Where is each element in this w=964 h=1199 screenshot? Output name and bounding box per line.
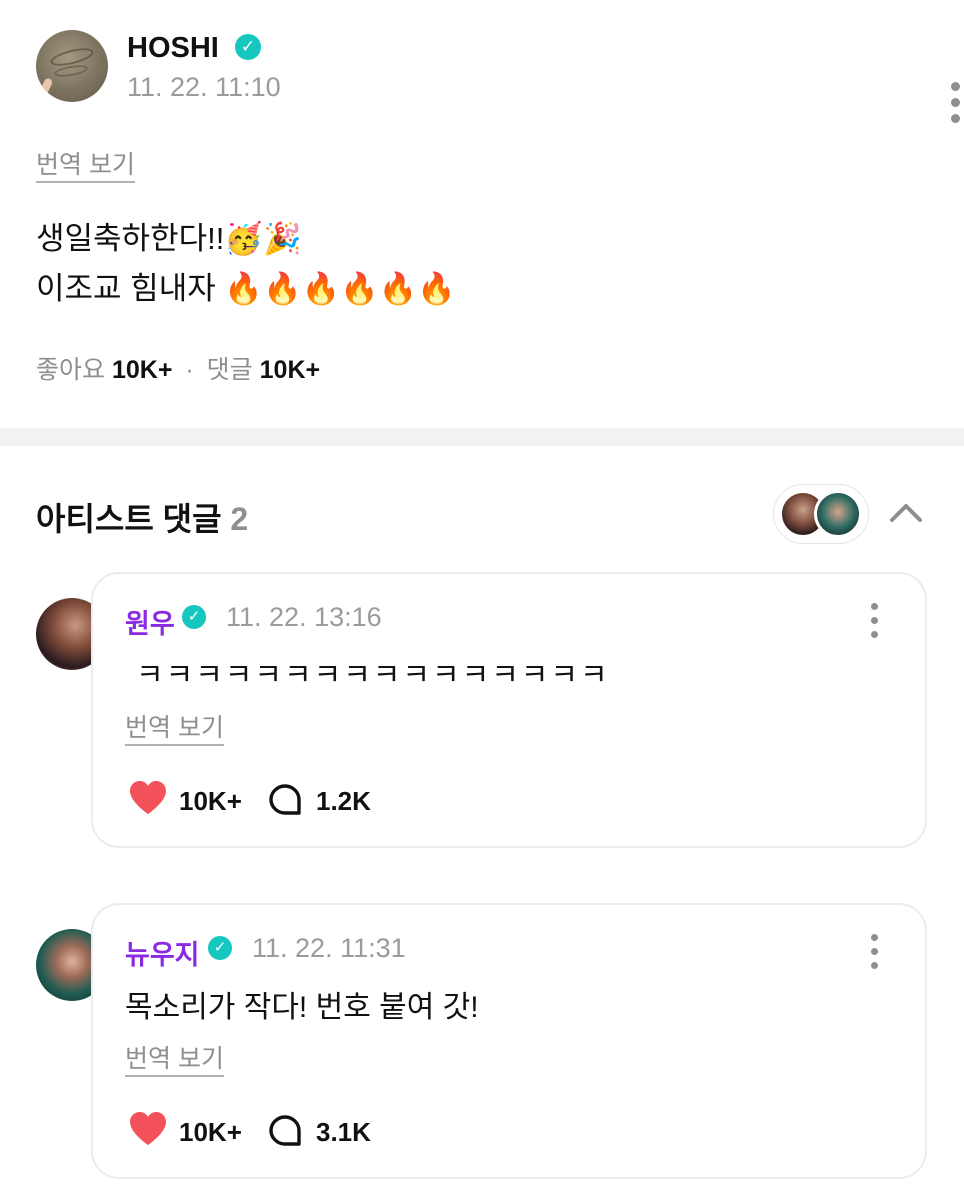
reply-bubble-icon[interactable] — [268, 783, 302, 817]
post-timestamp: 11. 22. 11:10 — [127, 72, 281, 102]
reply-count[interactable]: 3.1K — [316, 1117, 371, 1148]
commenter-name[interactable]: 뉴우지 — [125, 933, 200, 972]
like-count[interactable]: 10K+ — [179, 786, 242, 817]
verified-check-icon: ✓ — [208, 936, 232, 960]
verified-check-icon: ✓ — [182, 605, 206, 629]
fire-emoji: 🔥🔥🔥🔥🔥🔥 — [224, 271, 456, 307]
comment-timestamp: 11. 22. 13:16 — [226, 602, 382, 632]
post-body: 생일축하한다!!🥳🎉 이조교 힘내자 🔥🔥🔥🔥🔥🔥 — [36, 214, 456, 314]
post-body-line-1: 생일축하한다!!🥳🎉 — [36, 221, 302, 257]
likes-label: 좋아요 — [36, 356, 106, 384]
translate-link[interactable]: 번역 보기 — [36, 145, 135, 181]
post-body-line-2: 이조교 힘내자 🔥🔥🔥🔥🔥🔥 — [36, 271, 456, 307]
section-divider — [0, 428, 964, 446]
chevron-up-icon[interactable] — [888, 496, 924, 532]
post-stats: 좋아요 10K+ · 댓글 10K+ — [36, 350, 320, 386]
more-options-icon[interactable] — [867, 934, 881, 969]
party-emoji: 🥳🎉 — [224, 221, 302, 257]
artist-comments-title: 아티스트 댓글 2 — [36, 501, 249, 537]
commenter-name[interactable]: 원우 — [125, 602, 175, 641]
translate-link[interactable]: 번역 보기 — [125, 1039, 224, 1075]
stats-separator: · — [185, 356, 194, 384]
post-header: HOSHI ✓ 11. 22. 11:10 — [36, 30, 960, 123]
comment-text: ㅋㅋㅋㅋㅋㅋㅋㅋㅋㅋㅋㅋㅋㅋㅋㅋ — [136, 659, 610, 692]
comment-timestamp: 11. 22. 11:31 — [252, 933, 406, 963]
heart-icon[interactable] — [128, 1111, 168, 1147]
heart-icon[interactable] — [128, 780, 168, 816]
likes-count[interactable]: 10K+ — [112, 356, 172, 384]
reply-count[interactable]: 1.2K — [316, 786, 371, 817]
comment-text: 목소리가 작다! 번호 붙여 갓! — [125, 991, 479, 1024]
artist-comments-count: 2 — [230, 501, 249, 537]
translate-link[interactable]: 번역 보기 — [125, 708, 224, 744]
author-avatar[interactable] — [36, 30, 108, 102]
like-count[interactable]: 10K+ — [179, 1117, 242, 1148]
avatar — [814, 490, 862, 538]
artist-avatar-stack[interactable] — [773, 484, 869, 544]
comments-label: 댓글 — [206, 356, 253, 384]
more-options-icon[interactable] — [948, 82, 962, 123]
author-name[interactable]: HOSHI — [127, 32, 219, 65]
more-options-icon[interactable] — [867, 603, 881, 638]
reply-bubble-icon[interactable] — [268, 1114, 302, 1148]
comments-count[interactable]: 10K+ — [260, 356, 320, 384]
verified-check-icon: ✓ — [235, 34, 261, 60]
